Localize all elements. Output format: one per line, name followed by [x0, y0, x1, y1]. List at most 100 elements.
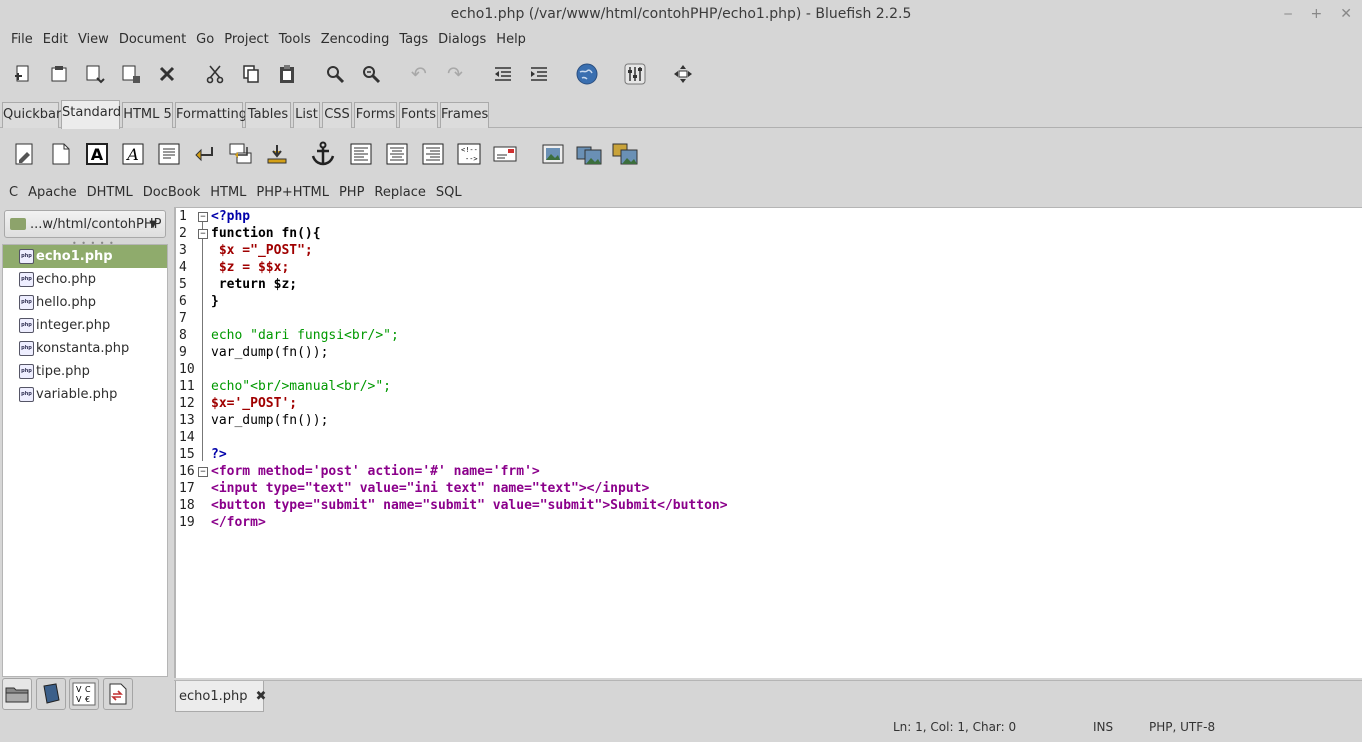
menu-help[interactable]: Help	[491, 32, 531, 47]
file-item-integer[interactable]: php integer.php	[3, 314, 167, 337]
file-browser-sidebar: ...w/html/contohPHP ▼ • • • • • phpecho1…	[2, 207, 168, 677]
close-tab-icon[interactable]: ✖	[256, 689, 267, 704]
document-tab-echo1[interactable]: echo1.php ✖	[175, 681, 267, 712]
file-name: tipe.php	[36, 364, 90, 379]
sidebar-tab-filebrowser[interactable]	[2, 678, 32, 710]
find-icon[interactable]	[320, 56, 350, 92]
fold-toggle-icon[interactable]: −	[198, 212, 208, 222]
file-item-hello[interactable]: php hello.php	[3, 291, 167, 314]
menu-edit[interactable]: Edit	[38, 32, 73, 47]
bold-icon[interactable]: A	[84, 140, 110, 168]
nbsp-icon[interactable]	[264, 140, 290, 168]
custom-menu-docbook[interactable]: DocBook	[138, 185, 205, 200]
file-item-konstanta[interactable]: php konstanta.php	[3, 337, 167, 360]
new-file-icon[interactable]	[8, 56, 38, 92]
unindent-icon[interactable]	[488, 56, 518, 92]
file-item-variable[interactable]: php variable.php	[3, 383, 167, 406]
quickstart-icon[interactable]	[12, 140, 38, 168]
menu-go[interactable]: Go	[191, 32, 219, 47]
custom-menu-php-html[interactable]: PHP+HTML	[251, 185, 334, 200]
menu-file[interactable]: File	[6, 32, 38, 47]
open-file-icon[interactable]	[44, 56, 74, 92]
insert-mode[interactable]: INS	[1093, 720, 1113, 734]
custom-menu-dhtml[interactable]: DHTML	[82, 185, 138, 200]
align-center-icon[interactable]	[384, 140, 410, 168]
undo-icon[interactable]: ↶	[404, 56, 434, 92]
save-file-icon[interactable]	[80, 56, 110, 92]
tab-forms[interactable]: Forms	[354, 102, 397, 128]
code-editor[interactable]: 1 2 3 4 5 6 7 8 9 10 11 12 13 14 15 16 1…	[174, 207, 1362, 678]
tab-frames[interactable]: Frames	[440, 102, 489, 128]
menu-tools[interactable]: Tools	[274, 32, 316, 47]
line-number: 14	[179, 430, 195, 445]
body-icon[interactable]	[48, 140, 74, 168]
custom-menu-sql[interactable]: SQL	[431, 185, 467, 200]
encoding-status[interactable]: PHP, UTF-8	[1149, 720, 1215, 734]
custom-menu-c[interactable]: C	[4, 185, 23, 200]
menu-document[interactable]: Document	[114, 32, 191, 47]
custom-menu-html[interactable]: HTML	[205, 185, 251, 200]
tab-tables[interactable]: Tables	[245, 102, 291, 128]
fullscreen-icon[interactable]	[668, 56, 698, 92]
multi-thumbnail-icon[interactable]	[612, 140, 638, 168]
custom-menu-php[interactable]: PHP	[334, 185, 369, 200]
close-file-icon[interactable]	[152, 56, 182, 92]
tab-quickbar[interactable]: Quickbar	[2, 102, 61, 128]
maximize-button[interactable]: +	[1311, 6, 1323, 22]
insert-image-icon[interactable]	[540, 140, 566, 168]
line-number: 1	[179, 209, 187, 224]
copy-icon[interactable]	[236, 56, 266, 92]
code-line-17: <input type="text" value="ini text" name…	[211, 480, 649, 497]
menu-view[interactable]: View	[73, 32, 114, 47]
close-button[interactable]: ✕	[1340, 6, 1352, 22]
menu-dialogs[interactable]: Dialogs	[433, 32, 491, 47]
comment-icon[interactable]: <!-- -->	[456, 140, 482, 168]
tab-html5[interactable]: HTML 5	[122, 102, 173, 128]
cut-icon[interactable]	[200, 56, 230, 92]
custom-menu-apache[interactable]: Apache	[23, 185, 82, 200]
fold-toggle-icon[interactable]: −	[198, 467, 208, 477]
line-number: 2	[179, 226, 187, 241]
sidebar-tab-bookmarks[interactable]	[36, 678, 66, 710]
menu-zencoding[interactable]: Zencoding	[316, 32, 395, 47]
file-item-echo[interactable]: php echo.php	[3, 268, 167, 291]
thumbnail-icon[interactable]	[576, 140, 602, 168]
file-item-echo1[interactable]: php echo1.php	[3, 245, 167, 268]
tab-standard[interactable]: Standard	[61, 100, 121, 129]
indent-icon[interactable]	[524, 56, 554, 92]
find-replace-icon[interactable]	[356, 56, 386, 92]
directory-selector[interactable]: ...w/html/contohPHP ▼	[4, 210, 166, 238]
code-line-5: return $z;	[211, 276, 297, 293]
minimize-button[interactable]: ‒	[1284, 6, 1293, 22]
break-clear-icon[interactable]	[228, 140, 254, 168]
email-icon[interactable]	[492, 140, 518, 168]
custom-menu-replace[interactable]: Replace	[369, 185, 430, 200]
menu-project[interactable]: Project	[219, 32, 273, 47]
fold-toggle-icon[interactable]: −	[198, 229, 208, 239]
tab-fonts[interactable]: Fonts	[399, 102, 438, 128]
anchor-icon[interactable]	[310, 140, 336, 168]
code-line-2: function fn(){	[211, 225, 321, 242]
tab-formatting[interactable]: Formatting	[175, 102, 247, 128]
line-number: 9	[179, 345, 187, 360]
break-icon[interactable]	[192, 140, 218, 168]
italic-icon[interactable]: A	[120, 140, 146, 168]
preview-browser-icon[interactable]	[572, 56, 602, 92]
align-left-icon[interactable]	[348, 140, 374, 168]
save-as-icon[interactable]	[116, 56, 146, 92]
file-item-tipe[interactable]: php tipe.php	[3, 360, 167, 383]
svg-text:A: A	[125, 145, 139, 164]
charmap-icon: V CV €	[72, 682, 96, 706]
preferences-icon[interactable]	[620, 56, 650, 92]
menu-tags[interactable]: Tags	[394, 32, 433, 47]
paste-icon[interactable]	[272, 56, 302, 92]
paragraph-icon[interactable]	[156, 140, 182, 168]
svg-text:V: V	[76, 695, 82, 704]
align-right-icon[interactable]	[420, 140, 446, 168]
sidebar-tab-snippets[interactable]	[103, 678, 133, 710]
sidebar-tab-charmap[interactable]: V C V €	[69, 678, 99, 710]
tab-list[interactable]: List	[293, 102, 320, 128]
redo-icon[interactable]: ↷	[440, 56, 470, 92]
line-number: 7	[179, 311, 187, 326]
tab-css[interactable]: CSS	[322, 102, 352, 128]
